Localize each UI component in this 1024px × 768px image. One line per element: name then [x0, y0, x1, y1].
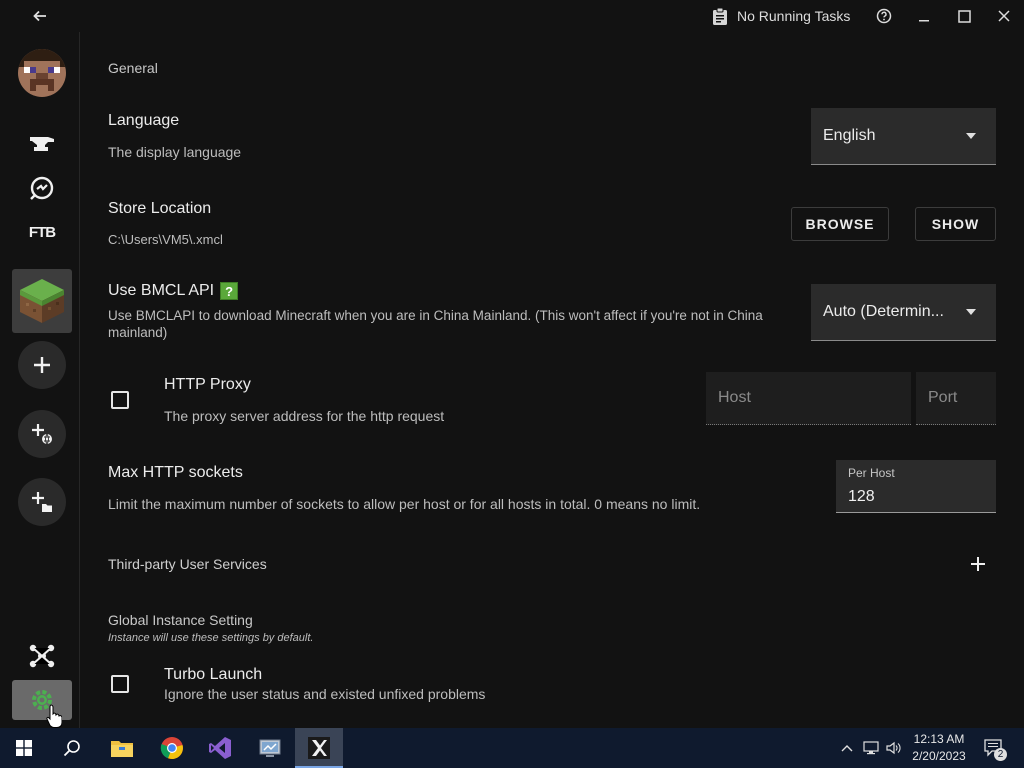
title-bar: No Running Tasks — [0, 0, 1024, 32]
show-button[interactable]: SHOW — [915, 207, 996, 241]
language-select-value: English — [823, 127, 876, 144]
proxy-host-input[interactable]: Host — [706, 372, 911, 425]
mouse-cursor-icon — [46, 704, 62, 728]
start-button[interactable] — [0, 728, 48, 768]
bmcl-title-row: Use BMCL API? — [108, 282, 239, 300]
curseforge-refresh-icon — [30, 176, 54, 200]
add-service-button[interactable] — [966, 552, 990, 576]
notification-center-button[interactable]: 2 — [980, 728, 1008, 768]
taskbar-control-panel[interactable] — [246, 728, 294, 768]
store-location-title: Store Location — [108, 200, 212, 217]
language-title: Language — [108, 112, 180, 129]
anvil-icon — [30, 137, 54, 151]
per-host-label: Per Host — [848, 466, 895, 480]
ftb-icon: FTB — [28, 223, 56, 241]
notification-count-badge: 2 — [994, 748, 1007, 761]
proxy-port-input[interactable]: Port — [916, 372, 996, 425]
http-proxy-title: HTTP Proxy — [164, 376, 251, 393]
bmcl-select-value: Auto (Determin... — [823, 303, 944, 320]
turbo-launch-checkbox[interactable] — [111, 675, 129, 693]
grass-block-icon — [20, 279, 64, 323]
caret-down-icon — [966, 309, 976, 315]
plus-icon — [34, 357, 50, 373]
clipboard-icon — [713, 7, 727, 25]
settings-panel: General Language The display language En… — [80, 32, 1024, 728]
turbo-launch-title: Turbo Launch — [164, 666, 263, 683]
caret-down-icon — [966, 133, 976, 139]
windows-taskbar: 12:13 AM 2/20/2023 2 — [0, 728, 1024, 768]
max-sockets-title: Max HTTP sockets — [108, 464, 243, 481]
sidebar: FTB — [0, 32, 80, 728]
clock-date: 2/20/2023 — [912, 749, 966, 763]
windows-start-icon — [16, 740, 32, 756]
help-button[interactable] — [872, 4, 896, 28]
sidebar-item-ftb[interactable]: FTB — [26, 216, 58, 248]
add-from-folder-button[interactable] — [18, 478, 66, 526]
close-button[interactable] — [992, 4, 1016, 28]
section-general-label: General — [108, 60, 158, 76]
section-global-instance-label: Global Instance Setting — [108, 612, 253, 628]
per-host-value: 128 — [848, 488, 875, 505]
file-explorer-icon — [111, 741, 133, 757]
sidebar-item-anvil[interactable] — [26, 128, 58, 160]
minimize-button[interactable] — [912, 4, 936, 28]
close-icon — [998, 10, 1010, 22]
turbo-launch-subtitle: Ignore the user status and existed unfix… — [164, 686, 486, 702]
chevron-up-icon — [841, 745, 853, 752]
app-window: No Running Tasks FTB General Language Th… — [0, 0, 1024, 728]
network-button[interactable] — [860, 728, 882, 768]
bmcl-subtitle: Use BMCLAPI to download Minecraft when y… — [108, 308, 763, 340]
add-from-web-button[interactable] — [18, 410, 66, 458]
sidebar-item-curseforge[interactable] — [26, 172, 58, 204]
max-sockets-subtitle: Limit the maximum number of sockets to a… — [108, 496, 701, 512]
network-icon — [863, 741, 879, 755]
bmcl-select[interactable]: Auto (Determin... — [811, 284, 996, 341]
help-badge-icon[interactable]: ? — [220, 282, 239, 300]
proxy-port-placeholder: Port — [928, 389, 958, 406]
clock-time: 12:13 AM — [913, 732, 965, 746]
maximize-button[interactable] — [952, 4, 976, 28]
http-proxy-checkbox[interactable] — [111, 391, 129, 409]
tray-overflow-button[interactable] — [838, 728, 856, 768]
language-select[interactable]: English — [811, 108, 996, 165]
arrow-left-icon — [33, 10, 46, 22]
third-party-services-title: Third-party User Services — [108, 556, 267, 572]
search-icon — [63, 740, 80, 757]
back-button[interactable] — [28, 4, 52, 28]
add-instance-button[interactable] — [18, 341, 66, 389]
task-status-label: No Running Tasks — [737, 8, 851, 24]
help-circle-icon — [876, 8, 892, 24]
xmcl-app-icon — [308, 737, 330, 759]
language-subtitle: The display language — [108, 144, 242, 160]
control-panel-icon — [259, 739, 281, 757]
taskbar-search-button[interactable] — [48, 728, 96, 768]
taskbar-visual-studio[interactable] — [196, 728, 244, 768]
task-status[interactable]: No Running Tasks — [712, 6, 850, 26]
sidebar-item-multiplayer[interactable] — [26, 640, 58, 672]
minimize-icon — [919, 20, 929, 22]
multiplayer-network-icon — [29, 644, 55, 668]
taskbar-file-explorer[interactable] — [98, 728, 146, 768]
global-instance-sub: Instance will use these settings by defa… — [108, 632, 314, 644]
http-proxy-subtitle: The proxy server address for the http re… — [164, 408, 445, 424]
sidebar-item-instance[interactable] — [12, 269, 72, 333]
bmcl-title: Use BMCL API — [108, 282, 215, 300]
taskbar-chrome[interactable] — [148, 728, 196, 768]
visual-studio-icon — [209, 737, 231, 759]
steve-face-icon — [18, 49, 66, 97]
chrome-icon — [160, 737, 183, 760]
user-avatar[interactable] — [18, 49, 66, 97]
per-host-input[interactable]: Per Host 128 — [836, 460, 996, 513]
store-location-path: C:\Users\VM5\.xmcl — [108, 232, 223, 247]
proxy-host-placeholder: Host — [718, 389, 751, 406]
add-from-folder-icon — [32, 492, 52, 512]
sidebar-item-settings[interactable] — [12, 680, 72, 720]
taskbar-clock[interactable]: 12:13 AM 2/20/2023 — [900, 731, 978, 765]
browse-button[interactable]: BROWSE — [791, 207, 889, 241]
maximize-icon — [957, 9, 971, 23]
plus-icon — [971, 557, 985, 571]
taskbar-xmcl[interactable] — [295, 728, 343, 768]
add-from-web-icon — [32, 424, 52, 445]
